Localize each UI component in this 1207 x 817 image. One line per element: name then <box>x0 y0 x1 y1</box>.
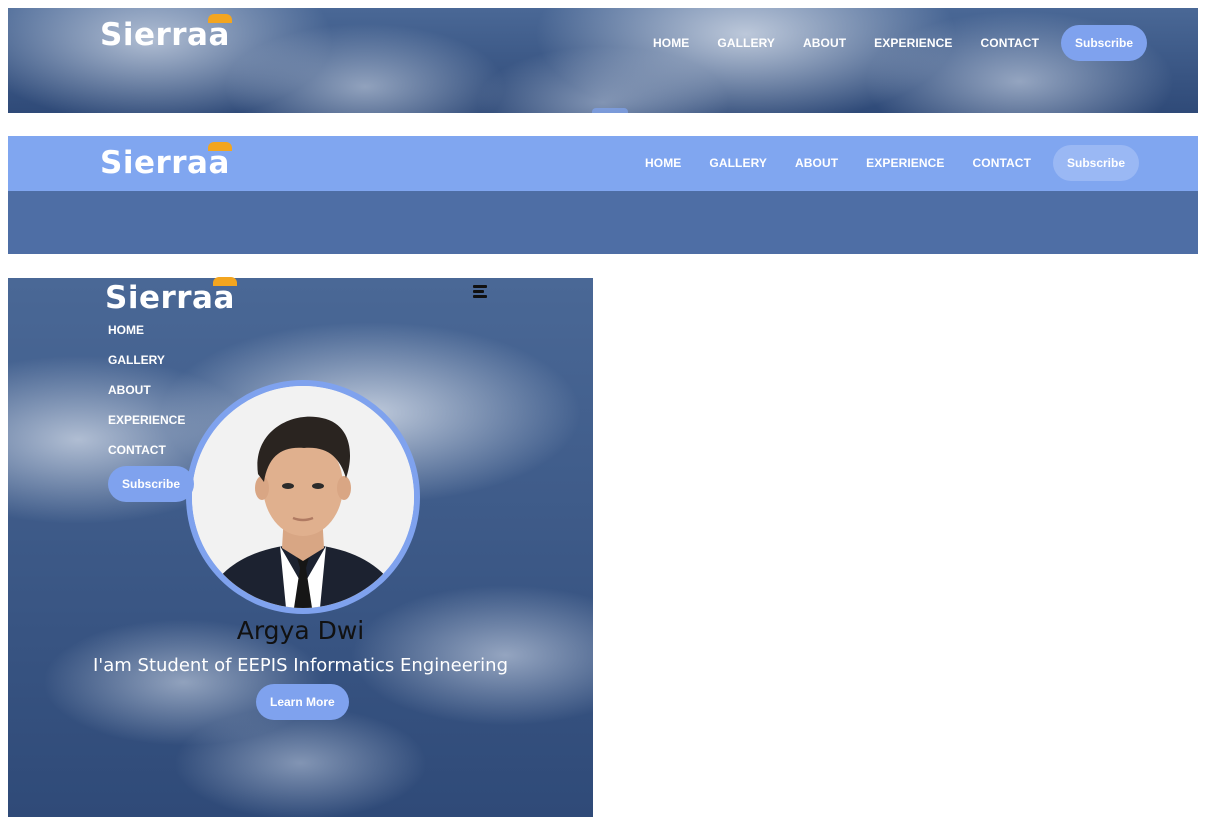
nav-gallery[interactable]: GALLERY <box>709 156 767 170</box>
person-portrait-icon <box>192 386 414 608</box>
main-nav: HOME GALLERY ABOUT EXPERIENCE CONTACT Su… <box>653 25 1148 61</box>
nav-contact[interactable]: CONTACT <box>973 156 1031 170</box>
profile-photo-frame <box>186 380 420 614</box>
nav-about[interactable]: ABOUT <box>803 36 846 50</box>
mobile-subscribe-button[interactable]: Subscribe <box>108 466 195 502</box>
main-nav: HOME GALLERY ABOUT EXPERIENCE CONTACT Su… <box>645 145 1140 181</box>
subscribe-button[interactable]: Subscribe <box>1053 145 1140 181</box>
mobile-nav: HOME GALLERY ABOUT EXPERIENCE CONTACT <box>108 323 185 473</box>
hamburger-icon[interactable] <box>473 285 487 298</box>
nav-about[interactable]: ABOUT <box>795 156 838 170</box>
mobile-hero: Sierraa HOME GALLERY ABOUT EXPERIENCE CO… <box>8 277 593 817</box>
desktop-header-transparent: Sierraa HOME GALLERY ABOUT EXPERIENCE CO… <box>8 8 1198 113</box>
scroll-indicator <box>592 108 628 113</box>
mobile-nav-home[interactable]: HOME <box>108 323 185 353</box>
nav-contact[interactable]: CONTACT <box>981 36 1039 50</box>
nav-gallery[interactable]: GALLERY <box>717 36 775 50</box>
subscribe-button[interactable]: Subscribe <box>1061 25 1148 61</box>
mobile-nav-gallery[interactable]: GALLERY <box>108 353 185 383</box>
brand-logo[interactable]: Sierraa <box>100 142 232 181</box>
desktop-header-scrolled: Sierraa HOME GALLERY ABOUT EXPERIENCE CO… <box>8 136 1198 254</box>
hero-name: Argya Dwi <box>236 616 365 645</box>
navbar-solid: Sierraa HOME GALLERY ABOUT EXPERIENCE CO… <box>8 136 1198 191</box>
nav-home[interactable]: HOME <box>645 156 681 170</box>
nav-experience[interactable]: EXPERIENCE <box>874 36 952 50</box>
nav-experience[interactable]: EXPERIENCE <box>866 156 944 170</box>
mobile-nav-about[interactable]: ABOUT <box>108 383 185 413</box>
profile-photo <box>192 386 414 608</box>
learn-more-button[interactable]: Learn More <box>256 684 349 720</box>
nav-home[interactable]: HOME <box>653 36 689 50</box>
brand-logo[interactable]: Sierraa <box>105 277 237 316</box>
mobile-nav-experience[interactable]: EXPERIENCE <box>108 413 185 443</box>
hero-tagline: I'am Student of EEPIS Informatics Engine… <box>92 655 509 676</box>
brand-logo[interactable]: Sierraa <box>100 14 232 53</box>
